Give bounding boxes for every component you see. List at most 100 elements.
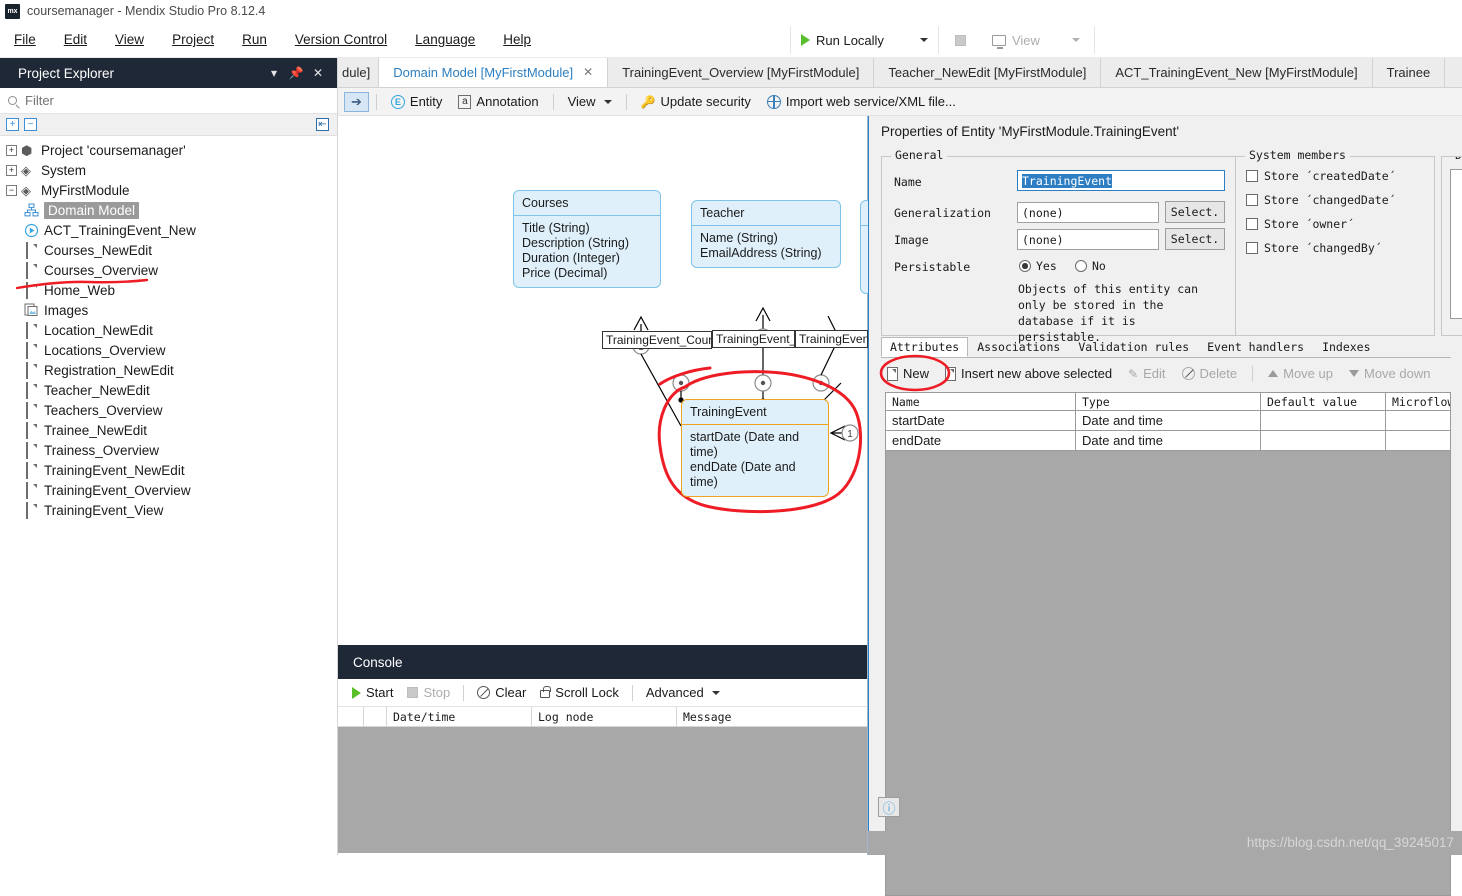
attributes-table[interactable]: Name Type Default value Microflow startD…: [885, 392, 1451, 896]
console-col-datetime[interactable]: Date/time: [387, 707, 532, 727]
run-locally-button[interactable]: Run Locally: [791, 22, 894, 58]
pin-icon[interactable]: 📌: [285, 66, 307, 80]
console-stop-button[interactable]: Stop: [401, 683, 456, 702]
system-member-owner[interactable]: Store ´owner´: [1246, 217, 1396, 231]
tree-item-registration-newedit[interactable]: Registration_NewEdit: [0, 360, 337, 380]
menu-view[interactable]: View: [101, 27, 158, 52]
tree-item-act-trainingevent-new[interactable]: ACT_TrainingEvent_New: [0, 220, 337, 240]
console-scroll-lock-button[interactable]: Scroll Lock: [534, 683, 625, 702]
image-select-button[interactable]: Select.: [1165, 228, 1225, 250]
image-field[interactable]: (none): [1017, 229, 1159, 250]
association-label-trainingevent-courses[interactable]: TrainingEvent_Courses: [602, 331, 712, 349]
checkbox-icon[interactable]: [1246, 170, 1258, 182]
tree-item-location-newedit[interactable]: Location_NewEdit: [0, 320, 337, 340]
system-member-created-date[interactable]: Store ´createdDate´: [1246, 169, 1396, 183]
tree-item-teachers-overview[interactable]: Teachers_Overview: [0, 400, 337, 420]
tree-item-trainingevent-newedit[interactable]: TrainingEvent_NewEdit: [0, 460, 337, 480]
checkbox-icon[interactable]: [1246, 194, 1258, 206]
tree-item-myfirstmodule[interactable]: − ◈ MyFirstModule: [0, 180, 337, 200]
menu-language[interactable]: Language: [401, 27, 489, 52]
update-security-button[interactable]: 🔑 Update security: [634, 92, 758, 111]
panel-menu-icon[interactable]: ▾: [263, 66, 285, 80]
menu-version-control[interactable]: Version Control: [281, 27, 401, 52]
expand-twisty-icon[interactable]: +: [6, 145, 17, 156]
delete-attribute-button[interactable]: Delete: [1176, 364, 1244, 383]
tree-item-domain-model[interactable]: Domain Model: [0, 200, 337, 220]
table-row[interactable]: endDate Date and time: [886, 431, 1450, 451]
documentation-textarea[interactable]: [1450, 169, 1462, 319]
move-up-button[interactable]: Move up: [1262, 364, 1339, 383]
console-col-1[interactable]: [364, 707, 387, 727]
editor-tab-trainee[interactable]: Trainee: [1373, 58, 1446, 87]
move-down-button[interactable]: Move down: [1343, 364, 1436, 383]
editor-tab-teacher-newedit[interactable]: Teacher_NewEdit [MyFirstModule]: [874, 58, 1101, 87]
expand-twisty-icon[interactable]: +: [6, 165, 17, 176]
view-app-dropdown[interactable]: [1050, 22, 1094, 58]
insert-attribute-above-button[interactable]: Insert new above selected: [939, 364, 1118, 383]
add-entity-button[interactable]: E Entity: [384, 92, 450, 111]
editor-tab-trainingevent-overview[interactable]: TrainingEvent_Overview [MyFirstModule]: [608, 58, 874, 87]
name-field[interactable]: TrainingEvent: [1017, 170, 1225, 191]
view-menu-button[interactable]: View: [561, 92, 619, 111]
tree-item-teacher-newedit[interactable]: Teacher_NewEdit: [0, 380, 337, 400]
menu-project[interactable]: Project: [158, 27, 228, 52]
menu-run[interactable]: Run: [228, 27, 281, 52]
tree-item-locations-overview[interactable]: Locations_Overview: [0, 340, 337, 360]
association-label-trainingevent-teacher[interactable]: TrainingEvent_Te: [712, 330, 795, 348]
checkbox-icon[interactable]: [1246, 242, 1258, 254]
generalization-select-button[interactable]: Select.: [1165, 201, 1225, 223]
pointer-tool-button[interactable]: ➔: [344, 92, 369, 112]
tree-item-trainess-overview[interactable]: Trainess_Overview: [0, 440, 337, 460]
system-member-changed-by[interactable]: Store ´changedBy´: [1246, 241, 1396, 255]
entity-trainingevent[interactable]: TrainingEvent startDate (Date and time) …: [681, 399, 829, 497]
console-col-0[interactable]: [338, 707, 364, 727]
column-header-microflow[interactable]: Microflow: [1386, 393, 1450, 410]
tab-validation-rules[interactable]: Validation rules: [1069, 337, 1198, 357]
console-advanced-button[interactable]: Advanced: [640, 683, 726, 702]
generalization-field[interactable]: (none): [1017, 202, 1159, 223]
tab-indexes[interactable]: Indexes: [1313, 337, 1379, 357]
column-header-name[interactable]: Name: [886, 393, 1076, 410]
console-clear-button[interactable]: Clear: [471, 683, 532, 702]
entity-teacher[interactable]: Teacher Name (String) EmailAddress (Stri…: [691, 200, 841, 268]
menu-file[interactable]: File: [0, 27, 50, 52]
tab-associations[interactable]: Associations: [968, 337, 1069, 357]
tab-event-handlers[interactable]: Event handlers: [1198, 337, 1313, 357]
run-locally-dropdown[interactable]: [894, 22, 938, 58]
help-button[interactable]: ⓘ: [878, 797, 900, 817]
add-annotation-button[interactable]: a Annotation: [451, 92, 545, 111]
console-start-button[interactable]: Start: [346, 683, 399, 702]
sync-with-editor-button[interactable]: ⇤: [316, 118, 329, 131]
checkbox-icon[interactable]: [1246, 218, 1258, 230]
persistable-yes-radio[interactable]: Yes: [1019, 259, 1057, 273]
expand-all-button[interactable]: +: [6, 118, 19, 131]
association-label-trainingevent-third[interactable]: TrainingEvent_: [795, 330, 868, 348]
edit-attribute-button[interactable]: ✎ Edit: [1122, 364, 1171, 383]
import-web-service-button[interactable]: Import web service/XML file...: [760, 92, 963, 111]
console-col-lognode[interactable]: Log node: [532, 707, 677, 727]
close-icon[interactable]: ✕: [583, 65, 593, 79]
system-member-changed-date[interactable]: Store ´changedDate´: [1246, 193, 1396, 207]
editor-tab-partial[interactable]: dule]: [338, 58, 379, 87]
console-col-message[interactable]: Message: [677, 707, 867, 727]
collapse-twisty-icon[interactable]: −: [6, 185, 17, 196]
tree-item-courses-newedit[interactable]: Courses_NewEdit: [0, 240, 337, 260]
entity-courses[interactable]: Courses Title (String) Description (Stri…: [513, 190, 661, 288]
tree-item-trainingevent-view[interactable]: TrainingEvent_View: [0, 500, 337, 520]
stop-button[interactable]: [939, 22, 982, 58]
table-row[interactable]: startDate Date and time: [886, 411, 1450, 431]
tree-item-trainee-newedit[interactable]: Trainee_NewEdit: [0, 420, 337, 440]
menu-help[interactable]: Help: [489, 27, 545, 52]
view-app-button[interactable]: View: [982, 22, 1050, 58]
tree-item-system[interactable]: + ◈ System: [0, 160, 337, 180]
tree-item-images[interactable]: Images: [0, 300, 337, 320]
tree-item-trainingevent-overview[interactable]: TrainingEvent_Overview: [0, 480, 337, 500]
close-icon[interactable]: ✕: [307, 66, 329, 80]
column-header-default-value[interactable]: Default value: [1261, 393, 1386, 410]
collapse-all-button[interactable]: −: [24, 118, 37, 131]
filter-input[interactable]: [23, 92, 331, 109]
editor-tab-domain-model[interactable]: Domain Model [MyFirstModule] ✕: [379, 58, 608, 87]
column-header-type[interactable]: Type: [1076, 393, 1261, 410]
editor-tab-act-trainingevent-new[interactable]: ACT_TrainingEvent_New [MyFirstModule]: [1101, 58, 1372, 87]
console-log-area[interactable]: [338, 727, 867, 853]
